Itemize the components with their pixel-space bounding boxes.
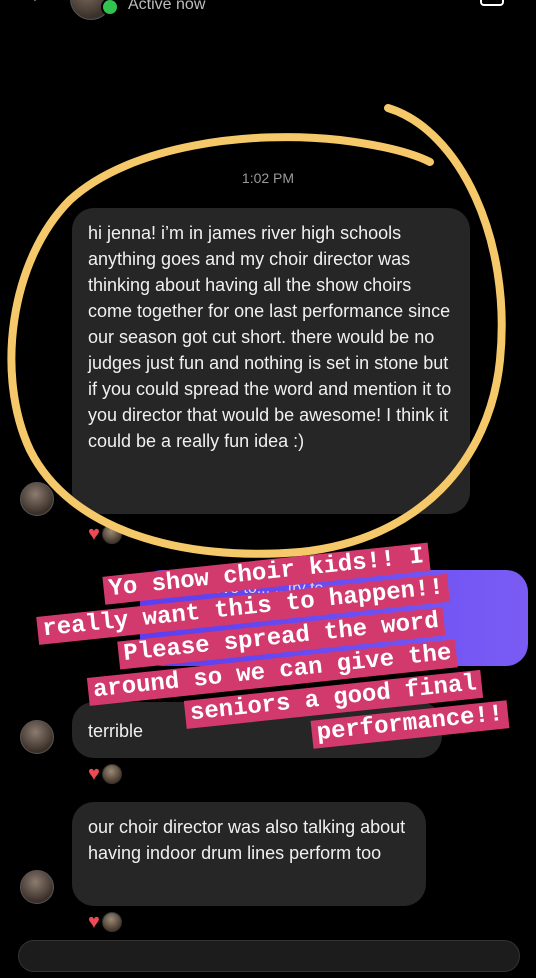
- story-text-overlay: Yo show choir kids!! I really want this …: [0, 0, 536, 978]
- video-call-icon[interactable]: [480, 0, 504, 6]
- back-icon[interactable]: [25, 0, 45, 1]
